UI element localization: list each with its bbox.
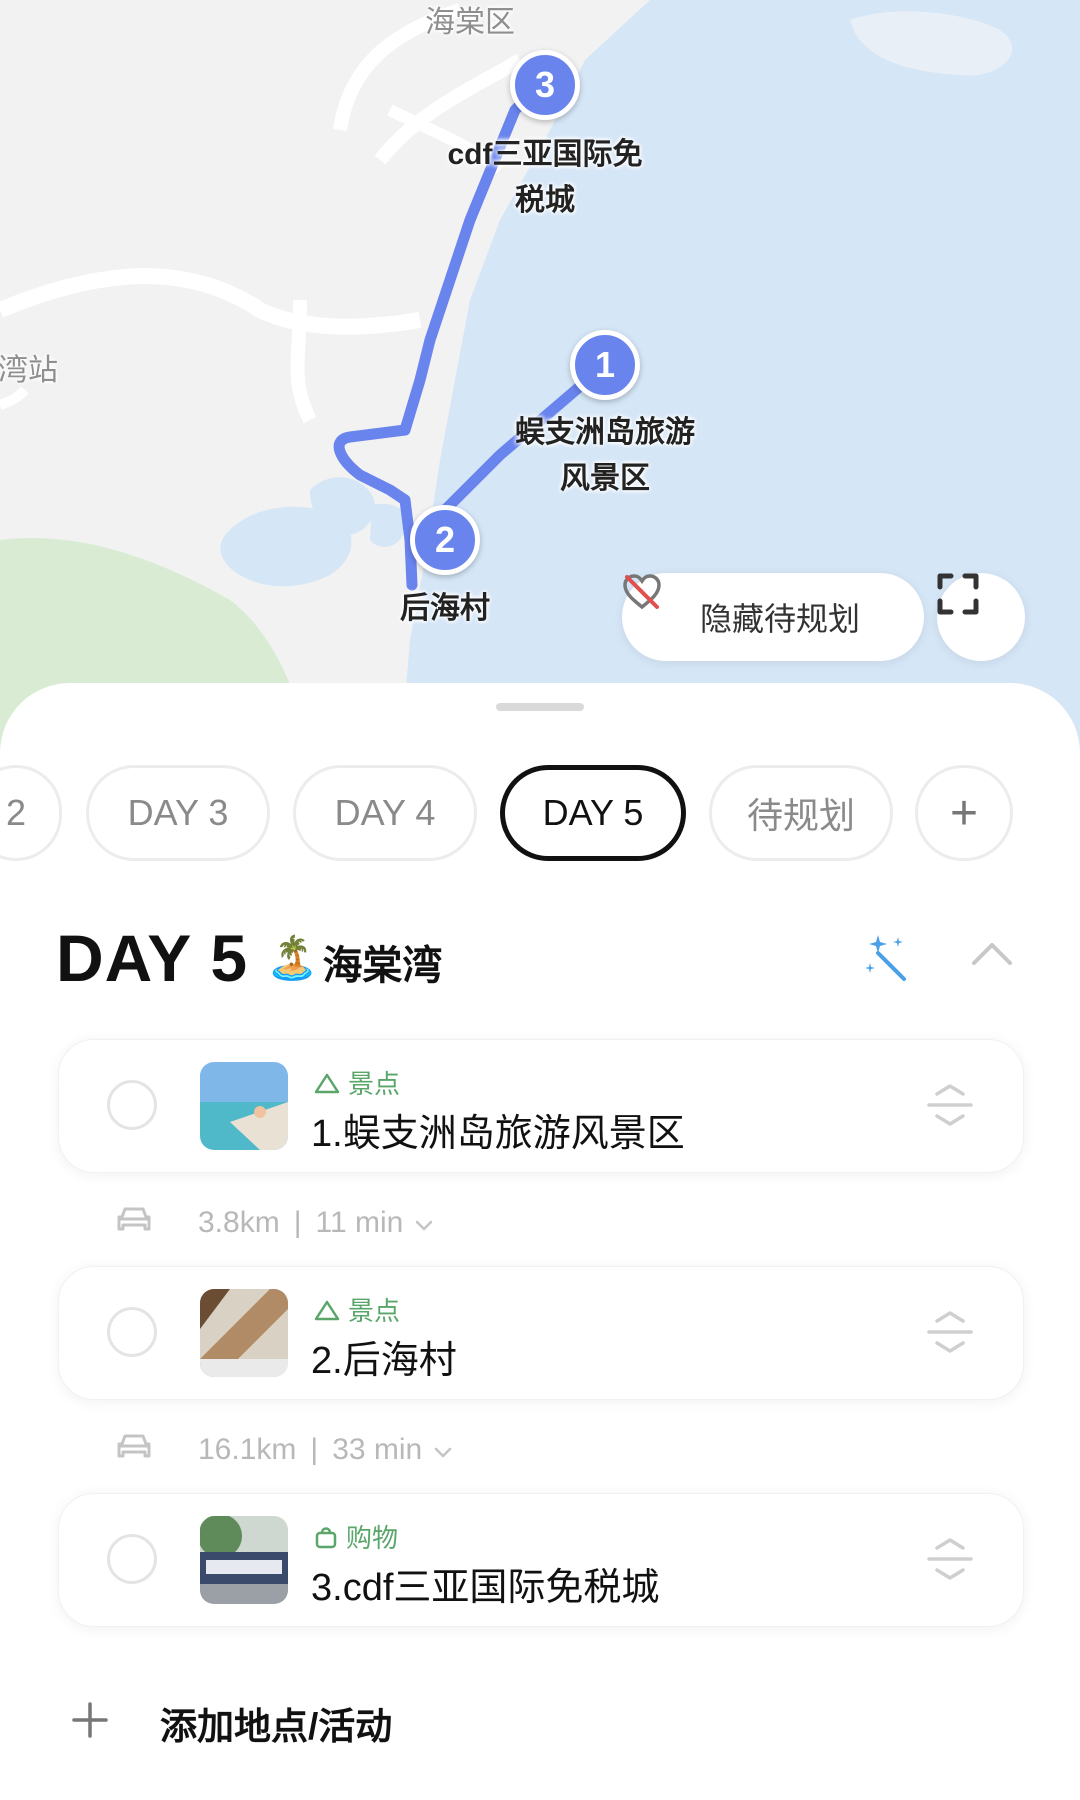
map-place-label-2: 后海村 [400, 592, 490, 625]
tab-day-3[interactable]: DAY 3 [86, 765, 270, 861]
place-thumbnail [200, 1062, 288, 1150]
fullscreen-button[interactable] [937, 573, 1025, 661]
mountain-icon [314, 1300, 340, 1320]
map-place-label-3: cdf三亚国际免 税城 [447, 138, 643, 217]
plus-icon [70, 1698, 126, 1748]
reorder-icon[interactable] [925, 1534, 975, 1589]
car-icon [116, 1432, 152, 1468]
map-pin-2[interactable]: 2 [410, 505, 480, 575]
day-area: 海棠湾 [322, 944, 443, 988]
map-view[interactable]: 海棠区 湾站 3 cdf三亚国际免 税城 1 蜈支洲岛旅游 风景区 2 后海村 … [0, 0, 1080, 760]
shopping-bag-icon [315, 1526, 337, 1548]
chevron-up-icon[interactable] [970, 939, 1014, 972]
reorder-icon[interactable] [925, 1080, 975, 1135]
tab-unplanned[interactable]: 待规划 [709, 765, 893, 861]
route-info[interactable]: 3.8km | 11 min [116, 1198, 433, 1248]
mountain-icon [314, 1073, 340, 1093]
tab-day-5[interactable]: DAY 5 [500, 765, 686, 861]
place-name: 3.cdf三亚国际免税城 [311, 1567, 660, 1609]
day-tabs: 2 DAY 3 DAY 4 DAY 5 待规划 + [0, 765, 1080, 865]
island-emoji-icon: 🏝️ [266, 933, 319, 981]
tab-day-4[interactable]: DAY 4 [293, 765, 477, 861]
check-circle[interactable] [107, 1534, 157, 1584]
place-thumbnail [200, 1516, 288, 1604]
hide-unplanned-button[interactable]: 隐藏待规划 [622, 573, 924, 661]
map-pin-3[interactable]: 3 [510, 50, 580, 120]
itinerary-sheet: 2 DAY 3 DAY 4 DAY 5 待规划 + DAY 5 🏝️ 海棠湾 景… [0, 683, 1080, 1800]
map-place-label-1: 蜈支洲岛旅游 风景区 [515, 416, 695, 495]
check-circle[interactable] [107, 1080, 157, 1130]
hide-unplanned-label: 隐藏待规划 [699, 601, 860, 637]
add-day-button[interactable]: + [915, 765, 1013, 861]
drag-handle[interactable] [496, 703, 584, 711]
district-label: 海棠区 [425, 6, 515, 39]
place-thumbnail [200, 1289, 288, 1377]
route-info[interactable]: 16.1km | 33 min [116, 1425, 452, 1475]
place-name: 2.后海村 [311, 1340, 457, 1382]
route-separator: | [293, 1206, 302, 1239]
category-label: 景点 [348, 1296, 401, 1326]
list-item[interactable]: 购物 3.cdf三亚国际免税城 [58, 1493, 1024, 1627]
chevron-down-icon [434, 1433, 452, 1467]
chevron-down-icon [415, 1206, 433, 1240]
list-item[interactable]: 景点 2.后海村 [58, 1266, 1024, 1400]
category-tag: 景点 [314, 1064, 400, 1101]
route-distance: 3.8km [198, 1206, 280, 1239]
category-tag: 景点 [314, 1291, 400, 1328]
day-header: DAY 5 🏝️ 海棠湾 [56, 913, 442, 1003]
route-separator: | [310, 1433, 319, 1466]
list-item[interactable]: 景点 1.蜈支洲岛旅游风景区 [58, 1039, 1024, 1173]
station-label: 湾站 [0, 354, 58, 387]
magic-wand-icon[interactable] [864, 933, 912, 986]
tab-day-2[interactable]: 2 [0, 765, 62, 861]
add-place-label: 添加地点/活动 [160, 1706, 393, 1747]
category-label: 景点 [348, 1069, 401, 1099]
reorder-icon[interactable] [925, 1307, 975, 1362]
place-name: 1.蜈支洲岛旅游风景区 [311, 1113, 685, 1155]
map-pin-1[interactable]: 1 [570, 330, 640, 400]
route-duration: 33 min [332, 1433, 423, 1466]
check-circle[interactable] [107, 1307, 157, 1357]
day-title: DAY 5 [56, 921, 249, 995]
route-duration: 11 min [315, 1206, 404, 1239]
add-place-button[interactable]: 添加地点/活动 [70, 1696, 392, 1750]
category-label: 购物 [346, 1523, 399, 1553]
route-distance: 16.1km [198, 1433, 297, 1466]
car-icon [116, 1205, 152, 1241]
category-tag: 购物 [314, 1518, 398, 1555]
